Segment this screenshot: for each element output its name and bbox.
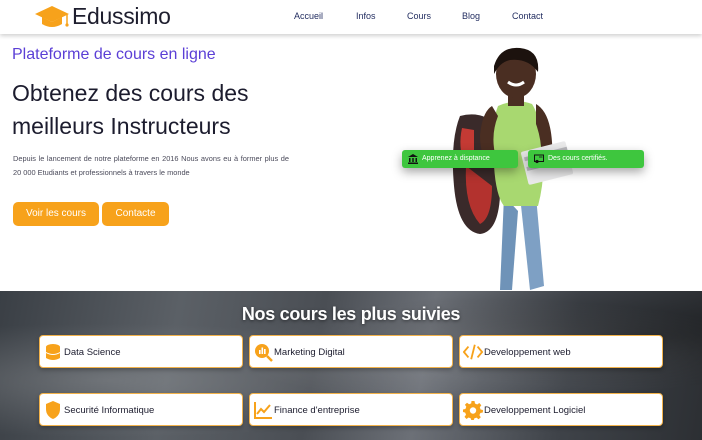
- chart-search-icon: [255, 344, 273, 362]
- view-courses-button[interactable]: Voir les cours: [13, 202, 99, 226]
- main-nav: Accueil Infos Cours Blog Contact: [0, 11, 702, 25]
- course-label: Developpement Logiciel: [484, 405, 586, 416]
- badge-label: Apprenez à disptance: [422, 155, 490, 162]
- hero-section: Plateforme de cours en ligne Obtenez des…: [0, 34, 702, 291]
- badge-distance-learning: Apprenez à disptance: [402, 150, 518, 168]
- nav-blog[interactable]: Blog: [462, 11, 480, 21]
- course-label: Finance d'entreprise: [274, 405, 360, 416]
- nav-infos[interactable]: Infos: [356, 11, 376, 21]
- hero-description: Depuis le lancement de notre plateforme …: [13, 154, 289, 177]
- popular-courses-section: Nos cours les plus suivies Data Science …: [0, 291, 702, 440]
- course-label: Securité Informatique: [64, 405, 155, 416]
- course-card-corporate-finance[interactable]: Finance d'entreprise: [249, 393, 453, 426]
- course-label: Data Science: [64, 347, 121, 358]
- hero-subtitle: Plateforme de cours en ligne: [12, 46, 216, 63]
- gear-icon: [463, 401, 483, 420]
- code-icon: [463, 344, 483, 360]
- course-card-marketing-digital[interactable]: Marketing Digital: [249, 335, 453, 368]
- course-card-web-development[interactable]: Developpement web: [459, 335, 663, 368]
- hero-title-line2: meilleurs Instructeurs: [12, 113, 231, 139]
- contact-button[interactable]: Contacte: [102, 202, 169, 226]
- certificate-icon: [534, 154, 544, 164]
- badge-certified-courses: Des cours certifiés.: [528, 150, 644, 168]
- badge-label: Des cours certifiés.: [548, 155, 608, 162]
- nav-accueil[interactable]: Accueil: [294, 11, 323, 21]
- nav-contact[interactable]: Contact: [512, 11, 543, 21]
- course-label: Marketing Digital: [274, 347, 345, 358]
- site-header: Edussimo Accueil Infos Cours Blog Contac…: [0, 0, 702, 34]
- database-icon: [46, 344, 60, 360]
- course-card-software-development[interactable]: Developpement Logiciel: [459, 393, 663, 426]
- shield-icon: [46, 401, 60, 419]
- nav-cours[interactable]: Cours: [407, 11, 431, 21]
- course-card-data-science[interactable]: Data Science: [39, 335, 243, 368]
- hero-title-line1: Obtenez des cours des: [12, 80, 249, 106]
- section-title: Nos cours les plus suivies: [241, 304, 461, 324]
- hero-title: Obtenez des cours des meilleurs Instruct…: [12, 77, 312, 143]
- bank-icon: [408, 154, 418, 164]
- line-chart-icon: [254, 402, 272, 419]
- student-illustration: [452, 47, 574, 290]
- course-label: Developpement web: [484, 347, 571, 358]
- course-card-security[interactable]: Securité Informatique: [39, 393, 243, 426]
